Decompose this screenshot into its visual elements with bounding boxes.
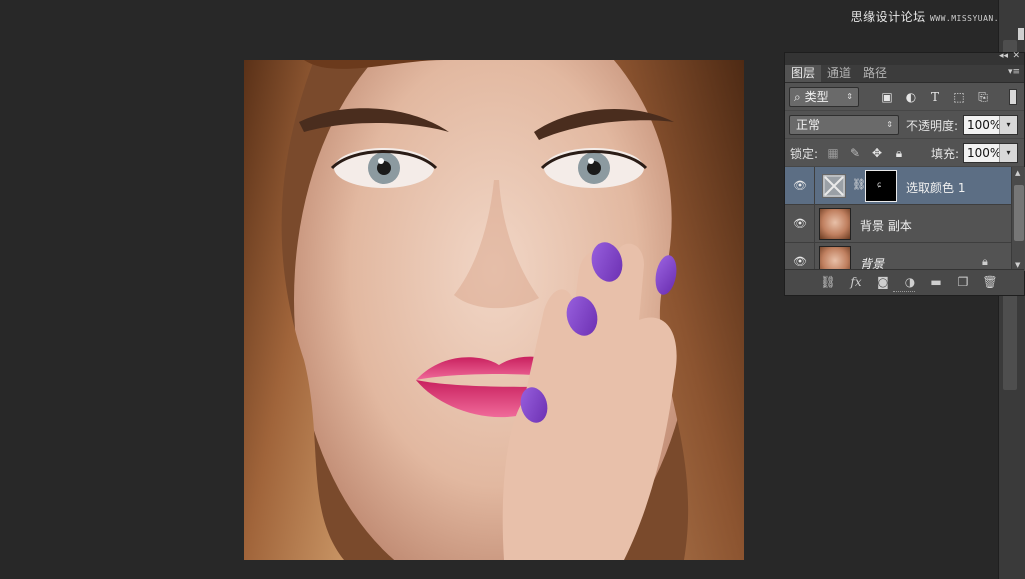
link-layers-icon[interactable]: ⛓ [820, 275, 836, 289]
fx-icon[interactable]: fx [848, 275, 864, 289]
new-group-icon[interactable]: ▬ [928, 275, 944, 289]
filter-kind-dropdown[interactable]: ⌕ 类型 ⇕ [789, 87, 859, 107]
panel-tabs: 图层 通道 路径 ▾≡ [785, 65, 1024, 83]
scroll-up-icon[interactable]: ▲ [1015, 169, 1020, 177]
watermark-main: 思缘设计论坛 [850, 10, 926, 24]
adjustment-filter-icon[interactable]: ◐ [904, 90, 918, 104]
lock-label: 锁定: [790, 147, 819, 161]
layer-list: 👁︎ ⛓ ɕ 选取颜色 1 👁︎ 背景 副本 👁︎ 背景 🔒︎ [785, 167, 1011, 271]
smart-object-filter-icon[interactable]: ⎘ [976, 90, 990, 105]
delete-icon[interactable]: 🗑︎ [982, 275, 998, 289]
visibility-column: 👁︎ [785, 243, 815, 271]
updown-arrow-icon: ⇕ [886, 120, 893, 129]
updown-arrow-icon: ⇕ [846, 92, 853, 101]
opacity-value: 100% [967, 118, 1002, 132]
visibility-column: 👁︎ [785, 205, 815, 242]
layer-mask-thumbnail[interactable]: ɕ [865, 170, 897, 202]
opacity-input[interactable]: 100% ▾ [963, 115, 1018, 135]
new-adjustment-icon[interactable]: ◑ [902, 275, 918, 289]
eye-icon[interactable]: 👁︎ [793, 255, 807, 268]
fill-label: 填充: [931, 147, 960, 161]
fill-input[interactable]: 100% ▾ [963, 143, 1018, 163]
lock-transparency-icon[interactable]: ▦ [826, 146, 840, 160]
panel-footer: ⛓ fx ◙ ◑ ▬ ❐ 🗑︎ [785, 269, 1024, 295]
tab-layers[interactable]: 图层 [785, 65, 822, 82]
layer-thumbnail [819, 208, 851, 240]
type-filter-icon[interactable]: T [928, 90, 942, 104]
filter-toggle[interactable] [1009, 89, 1017, 105]
lock-all-icon[interactable]: 🔒︎ [892, 146, 906, 161]
collapse-panel-icon[interactable]: ◂◂ [999, 51, 1008, 61]
chevron-down-icon[interactable]: ▾ [999, 144, 1017, 162]
mask-link-icon[interactable]: ⛓ [852, 178, 866, 191]
blend-mode-dropdown[interactable]: 正常 ⇕ [789, 115, 899, 135]
close-panel-icon[interactable]: ✕ [1012, 51, 1020, 61]
layer-thumbnail [819, 246, 851, 271]
layers-panel: ◂◂ ✕ 图层 通道 路径 ▾≡ ⌕ 类型 ⇕ ▣ ◐ T ⬚ ⎘ 正常 ⇕ 不… [784, 51, 1025, 296]
layer-row-background-copy[interactable]: 👁︎ 背景 副本 [785, 205, 1011, 243]
portrait-photo [244, 60, 744, 560]
adjustment-icon [822, 174, 846, 198]
lock-icon: 🔒︎ [982, 255, 988, 268]
resize-grip[interactable] [893, 291, 915, 294]
layer-row-background[interactable]: 👁︎ 背景 🔒︎ [785, 243, 1011, 271]
opacity-label: 不透明度: [906, 119, 959, 133]
layer-name[interactable]: 选取颜色 1 [906, 179, 965, 196]
panel-dock-icon[interactable] [1018, 28, 1024, 40]
panel-menu-icon[interactable]: ▾≡ [1008, 67, 1020, 77]
layer-list-scrollbar[interactable]: ▲ ▼ [1011, 167, 1025, 271]
filter-kind-label: 类型 [804, 90, 829, 104]
layer-name[interactable]: 背景 副本 [860, 217, 912, 234]
blend-mode-value: 正常 [796, 118, 821, 132]
fill-value: 100% [967, 146, 1002, 160]
layer-scroll-thumb[interactable] [1014, 185, 1024, 241]
lock-position-icon[interactable]: ✥ [870, 146, 884, 160]
eye-icon[interactable]: 👁︎ [793, 179, 807, 192]
scroll-down-icon[interactable]: ▼ [1015, 261, 1020, 269]
tab-channels[interactable]: 通道 [821, 65, 857, 82]
visibility-column: 👁︎ [785, 167, 815, 204]
lock-pixels-icon[interactable]: ✎ [848, 146, 862, 160]
filter-row: ⌕ 类型 ⇕ ▣ ◐ T ⬚ ⎘ [785, 83, 1024, 111]
chevron-down-icon[interactable]: ▾ [999, 116, 1017, 134]
new-layer-icon[interactable]: ❐ [955, 275, 971, 289]
tab-paths[interactable]: 路径 [857, 65, 893, 82]
add-mask-icon[interactable]: ◙ [875, 275, 891, 289]
blend-row: 正常 ⇕ 不透明度: 100% ▾ [785, 111, 1024, 139]
search-icon: ⌕ [794, 90, 801, 104]
watermark: 思缘设计论坛 WWW.MISSYUAN.COM [851, 8, 1015, 25]
document-canvas[interactable] [244, 60, 744, 560]
shape-filter-icon[interactable]: ⬚ [952, 90, 966, 104]
panel-titlebar[interactable]: ◂◂ ✕ [785, 51, 1024, 65]
layer-row-selective-color[interactable]: 👁︎ ⛓ ɕ 选取颜色 1 [785, 167, 1011, 205]
eye-icon[interactable]: 👁︎ [793, 217, 807, 230]
lock-row: 锁定: ▦ ✎ ✥ 🔒︎ 填充: 100% ▾ [785, 139, 1024, 167]
image-filter-icon[interactable]: ▣ [880, 90, 894, 104]
